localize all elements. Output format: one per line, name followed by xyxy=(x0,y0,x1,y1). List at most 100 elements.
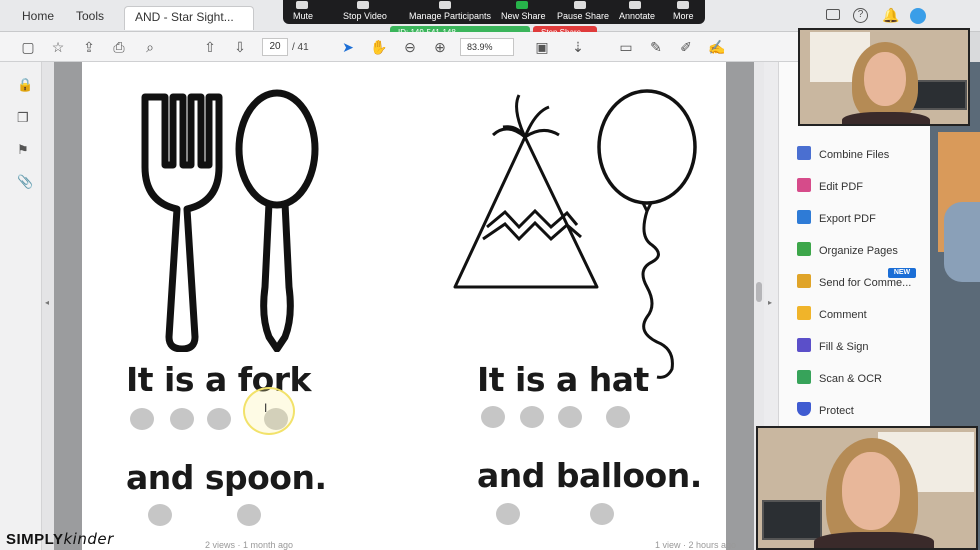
tool-organize-pages[interactable]: Organize Pages xyxy=(797,241,898,261)
word-dot xyxy=(130,408,154,430)
word-dot xyxy=(558,406,582,428)
pages-icon[interactable]: ❐ xyxy=(17,110,29,126)
tab-tools[interactable]: Tools xyxy=(66,6,114,30)
comment-icon xyxy=(797,306,811,320)
tool-label: Fill & Sign xyxy=(819,341,869,353)
monitor xyxy=(912,80,967,110)
cursor-highlight xyxy=(243,387,295,435)
bell-icon[interactable]: 🔔 xyxy=(882,7,899,24)
text-cursor-icon: I xyxy=(264,401,268,415)
fit-page-icon[interactable]: ▣ xyxy=(534,39,550,55)
word-dot xyxy=(606,406,630,428)
bookmark-star-icon[interactable]: ☆ xyxy=(50,39,66,55)
word-dot xyxy=(237,504,261,526)
hand-tool-icon[interactable]: ✋ xyxy=(370,39,387,55)
microphone-icon[interactable] xyxy=(296,1,308,9)
logo-text-simply: SIMPLY xyxy=(6,531,64,548)
page-down-icon[interactable]: ⇩ xyxy=(232,39,248,55)
tool-label: Protect xyxy=(819,405,854,417)
word-dot xyxy=(148,504,172,526)
tab-document-label: AND - Star Sight... xyxy=(135,10,234,24)
tool-label: Comment xyxy=(819,309,867,321)
lock-icon[interactable]: 🔒 xyxy=(17,77,33,93)
save-icon[interactable]: ▢ xyxy=(20,39,36,55)
tab-document[interactable]: AND - Star Sight... × xyxy=(124,6,254,44)
new-share-button[interactable]: New Share xyxy=(501,11,546,21)
sentence-balloon: and balloon. xyxy=(477,456,702,495)
tool-label: Send for Comme... xyxy=(819,277,912,289)
page-up-icon[interactable]: ⇧ xyxy=(202,39,218,55)
sentence-hat: It is a hat xyxy=(477,360,649,399)
view-count-right: 1 view · 2 hours ago xyxy=(655,540,737,550)
chevron-right-icon[interactable]: ▸ xyxy=(768,298,772,307)
pen-icon[interactable]: ✎ xyxy=(648,39,664,55)
more-button[interactable]: More xyxy=(673,11,694,21)
tool-export-pdf[interactable]: Export PDF xyxy=(797,209,876,229)
webcam-video-bottom xyxy=(756,426,978,550)
simply-kinder-logo: SIMPLYkinder xyxy=(6,530,114,548)
sentence-spoon: and spoon. xyxy=(126,458,327,497)
scan-ocr-icon xyxy=(797,370,811,384)
annotate-button[interactable]: Annotate xyxy=(619,11,655,21)
comment-icon[interactable]: ▭ xyxy=(618,39,634,55)
more-icon[interactable] xyxy=(677,1,689,9)
send-for-comment-icon xyxy=(797,274,811,288)
tab-tools-label: Tools xyxy=(76,9,105,23)
tool-scan-ocr[interactable]: Scan & OCR xyxy=(797,369,882,389)
bookmark-icon[interactable]: ⚑ xyxy=(17,142,29,158)
tab-home-label: Home xyxy=(22,9,55,23)
share-icon[interactable] xyxy=(516,1,528,9)
monitor xyxy=(762,500,822,540)
zoom-meeting-bar: Mute Stop Video Manage Participants New … xyxy=(283,0,705,24)
tool-edit-pdf[interactable]: Edit PDF xyxy=(797,177,863,197)
search-icon[interactable]: ⌕ xyxy=(142,39,158,55)
mute-button[interactable]: Mute xyxy=(293,11,313,21)
word-dot xyxy=(481,406,505,428)
left-pane-collapse-handle[interactable]: ◂ xyxy=(42,62,54,550)
annotate-icon[interactable] xyxy=(629,1,641,9)
tool-comment[interactable]: Comment xyxy=(797,305,867,325)
help-icon[interactable]: ? xyxy=(853,8,868,23)
hat-and-balloon-illustration xyxy=(453,89,697,379)
zoom-out-icon[interactable]: ⊖ xyxy=(402,39,418,55)
stop-video-button[interactable]: Stop Video xyxy=(343,11,387,21)
person-shirt xyxy=(842,112,930,124)
zoom-level-select[interactable]: 83.9% xyxy=(460,38,514,56)
highlight-icon[interactable]: ✐ xyxy=(678,39,694,55)
export-pdf-icon xyxy=(797,210,811,224)
logo-text-kinder: kinder xyxy=(63,530,114,548)
avatar[interactable] xyxy=(910,8,926,24)
page-number-input[interactable]: 20 xyxy=(262,38,288,56)
chevron-left-icon[interactable]: ◂ xyxy=(45,298,49,307)
upload-icon[interactable]: ⇪ xyxy=(81,39,97,55)
print-icon[interactable]: ⎙ xyxy=(111,39,127,55)
tab-home[interactable]: Home xyxy=(12,6,64,30)
pause-icon[interactable] xyxy=(574,1,586,9)
video-icon[interactable] xyxy=(357,1,369,9)
tool-label: Edit PDF xyxy=(819,181,864,193)
tool-label: Organize Pages xyxy=(819,245,898,257)
sign-icon[interactable]: ✍ xyxy=(708,39,725,55)
edit-pdf-icon xyxy=(797,178,811,192)
tool-label: Export PDF xyxy=(819,213,876,225)
pause-share-button[interactable]: Pause Share xyxy=(557,11,609,21)
person-face xyxy=(842,452,900,530)
person-shirt xyxy=(814,532,934,548)
new-badge: NEW xyxy=(888,268,916,278)
person-face xyxy=(864,52,906,106)
participants-icon[interactable] xyxy=(439,1,451,9)
attachment-icon[interactable]: 📎 xyxy=(17,174,33,190)
tool-combine-files[interactable]: Combine Files xyxy=(797,145,889,165)
scrollbar-thumb[interactable] xyxy=(756,282,762,302)
tool-protect[interactable]: Protect xyxy=(797,401,854,421)
tool-label: Combine Files xyxy=(819,149,890,161)
scroll-mode-icon[interactable]: ⇣ xyxy=(570,39,586,55)
view-count-left: 2 views · 1 month ago xyxy=(205,540,294,550)
chat-icon[interactable] xyxy=(826,9,840,20)
tool-label: Scan & OCR xyxy=(819,373,882,385)
fork-and-spoon-illustration xyxy=(141,89,319,352)
select-cursor-icon[interactable]: ➤ xyxy=(340,39,356,55)
tool-fill-and-sign[interactable]: Fill & Sign xyxy=(797,337,869,357)
manage-participants-button[interactable]: Manage Participants xyxy=(409,11,491,21)
zoom-in-icon[interactable]: ⊕ xyxy=(432,39,448,55)
